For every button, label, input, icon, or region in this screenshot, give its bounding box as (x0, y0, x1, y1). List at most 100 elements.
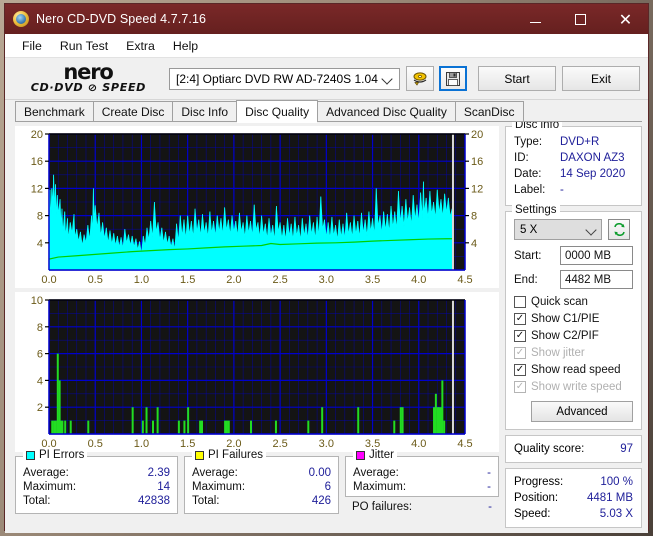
svg-text:20: 20 (31, 129, 43, 141)
checkbox-box: ✓ (514, 364, 526, 376)
svg-text:10: 10 (31, 295, 43, 307)
status-row-position: Position: 4481 MB (514, 490, 633, 506)
quality-score-row: Quality score: 97 (514, 441, 633, 457)
stat-value: - (487, 467, 491, 479)
checkbox-show-jitter: ✓ Show jitter (514, 345, 633, 361)
side-panel: Disc info Type: DVD+R ID: DAXON AZ3 Date: 1… (505, 119, 642, 528)
disc-info-row-id: ID: DAXON AZ3 (514, 150, 633, 166)
svg-text:3.5: 3.5 (365, 274, 380, 286)
speed-select-value: 5 X (520, 223, 538, 236)
speed-select[interactable]: 5 X (514, 219, 602, 240)
svg-text:0.5: 0.5 (88, 274, 103, 286)
start-field-row: Start: 0000 MB (514, 246, 633, 265)
jitter-color-swatch (356, 450, 365, 460)
status-panel: Progress: 100 % Position: 4481 MB Speed: 5.… (505, 468, 642, 528)
minimize-icon (530, 22, 541, 23)
row-label: Label: (514, 184, 546, 196)
refresh-button[interactable] (608, 219, 630, 240)
menu-item-file[interactable]: File (13, 36, 51, 56)
tab-disc-quality[interactable]: Disc Quality (236, 100, 319, 123)
svg-text:4.0: 4.0 (411, 438, 426, 450)
maximize-button[interactable] (558, 4, 603, 34)
menu-item-extra[interactable]: Extra (117, 36, 164, 56)
checkbox-show-c2-pif[interactable]: ✓ Show C2/PIF (514, 328, 633, 344)
svg-text:0.5: 0.5 (88, 438, 103, 450)
pi-failures-chart: 2 4 6 8 10 0.0 0.5 1.0 1.5 2.0 2.5 3.0 3.5 4.0 4.5 (15, 292, 499, 452)
pi-errors-stats-title: PI Errors (23, 449, 88, 461)
checkbox-box: ✓ (514, 330, 526, 342)
svg-text:2: 2 (37, 402, 43, 414)
svg-text:4: 4 (37, 375, 43, 387)
checkbox-show-write-speed: ✓ Show write speed (514, 379, 633, 395)
tab-advanced-disc-quality[interactable]: Advanced Disc Quality (317, 101, 456, 122)
svg-text:2.5: 2.5 (272, 274, 287, 286)
checkbox-box: ✓ (514, 381, 526, 393)
svg-text:4.0: 4.0 (411, 274, 426, 286)
svg-text:2.5: 2.5 (272, 438, 287, 450)
pi-failures-label: PI Failures (208, 449, 263, 461)
end-input[interactable]: 4482 MB (560, 270, 633, 289)
drive-select-value: [2:4] Optiarc DVD RW AD-7240S 1.04 (176, 71, 378, 86)
stat-label: Maximum: (192, 481, 246, 493)
save-floppy-icon (446, 71, 460, 86)
quality-score-value: 97 (620, 443, 633, 455)
start-label: Start: (514, 249, 542, 262)
settings-panel: Settings 5 X Start: 0000 MB End: 4482 MB… (505, 204, 642, 430)
nero-logo: nero CD·DVD ⊘ SPEED (13, 60, 163, 98)
charts-column: 4 4 8 8 12 12 16 16 20 20 0.0 0.5 1.0 1.5 2.0 2.5 3.0 3.5… (15, 126, 499, 528)
checkbox-label: Show jitter (531, 347, 585, 359)
stat-label: Total: (192, 495, 220, 507)
start-input[interactable]: 0000 MB (560, 246, 633, 265)
menu-bar: File Run Test Extra Help (5, 34, 648, 58)
settings-title: Settings (512, 204, 560, 216)
stat-row: Average: 2.39 (23, 466, 170, 480)
checkbox-show-read-speed[interactable]: ✓ Show read speed (514, 362, 633, 378)
po-failures-label: PO failures: (352, 501, 413, 513)
row-value: DVD+R (560, 136, 600, 148)
checkbox-quick-scan[interactable]: Quick scan (514, 294, 633, 310)
stat-label: Average: (192, 467, 238, 479)
tab-scandisc[interactable]: ScanDisc (454, 101, 524, 122)
advanced-button[interactable]: Advanced (531, 401, 633, 422)
stat-row: Maximum: 6 (192, 480, 331, 494)
stat-row: Total: 426 (192, 494, 331, 508)
menu-item-run-test[interactable]: Run Test (51, 36, 117, 56)
stat-value: - (487, 481, 491, 493)
stat-row: Maximum: 14 (23, 480, 170, 494)
eject-disc-icon (413, 72, 427, 86)
tab-create-disc[interactable]: Create Disc (92, 101, 174, 122)
stat-row: Maximum: - (353, 480, 491, 494)
pi-errors-label: PI Errors (39, 449, 85, 461)
status-label: Progress: (514, 476, 564, 488)
start-button[interactable]: Start (478, 66, 556, 91)
speed-row: 5 X (514, 219, 633, 240)
stat-label: Average: (23, 467, 69, 479)
close-button[interactable]: ✕ (603, 4, 648, 34)
svg-text:16: 16 (31, 156, 43, 168)
end-label: End: (514, 273, 538, 286)
refresh-icon (613, 223, 625, 236)
row-label: Date: (514, 168, 542, 180)
checkbox-show-c1-pie[interactable]: ✓ Show C1/PIE (514, 311, 633, 327)
row-value: 14 Sep 2020 (560, 168, 626, 180)
pi-errors-chart: 4 4 8 8 12 12 16 16 20 20 0.0 0.5 1.0 1.5 2.0 2.5 3.0 3.5… (15, 126, 499, 288)
eject-button[interactable] (406, 66, 434, 91)
svg-text:16: 16 (471, 156, 483, 168)
exit-button[interactable]: Exit (562, 66, 640, 91)
tab-benchmark[interactable]: Benchmark (15, 101, 94, 122)
stat-value: 6 (324, 481, 331, 493)
menu-item-help[interactable]: Help (164, 36, 207, 56)
jitter-stats-title: Jitter (353, 449, 397, 461)
drive-select[interactable]: [2:4] Optiarc DVD RW AD-7240S 1.04 (169, 67, 400, 90)
tab-disc-info[interactable]: Disc Info (172, 101, 238, 122)
status-row-speed: Speed: 5.03 X (514, 506, 633, 522)
jitter-label: Jitter (369, 449, 394, 461)
minimize-button[interactable] (513, 4, 558, 34)
svg-text:2.0: 2.0 (226, 274, 241, 286)
status-value: 4481 MB (586, 492, 633, 504)
stat-value: 42838 (138, 495, 170, 507)
checkbox-box: ✓ (514, 313, 526, 325)
save-button[interactable] (439, 66, 467, 91)
title-bar: Nero CD-DVD Speed 4.7.7.16 ✕ (5, 4, 648, 34)
pi-errors-color-swatch (26, 450, 35, 460)
